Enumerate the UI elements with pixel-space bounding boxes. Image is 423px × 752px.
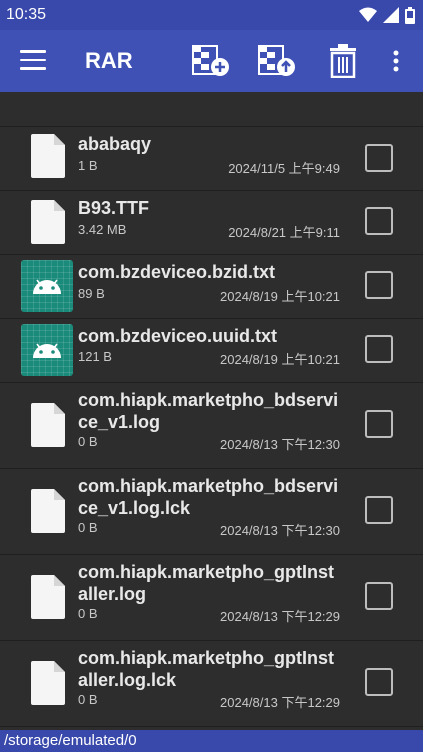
file-icon [31,134,65,178]
more-vert-icon [393,50,399,72]
android-icon [21,260,73,312]
file-date: 2024/8/13 下午12:29 [220,695,340,710]
file-checkbox[interactable] [365,144,393,172]
file-date: 2024/11/5 上午9:49 [228,161,340,176]
file-icon [31,661,65,705]
file-size: 121 B [78,349,112,364]
file-name: com.hiapk.marketpho_bdservice_v1.log [78,390,339,432]
file-name: B93.TTF [78,198,150,218]
file-checkbox[interactable] [365,496,393,524]
file-checkbox[interactable] [365,271,393,299]
extract-button[interactable] [257,42,297,80]
status-time: 10:35 [6,6,47,23]
more-options-button[interactable] [378,42,414,80]
status-bar: 10:35 [0,0,423,30]
file-size: 0 B [78,606,98,621]
file-row[interactable]: com.hiapk.marketpho_bdservice_v1.log 0 B 2… [0,382,423,469]
add-to-archive-button[interactable] [191,42,231,80]
archive-extract-icon [258,45,295,76]
file-name: com.bzdeviceo.uuid.txt [78,326,278,346]
file-date: 2024/8/21 上午9:11 [228,225,340,240]
file-icon [31,575,65,619]
file-date: 2024/8/13 下午12:30 [220,437,340,452]
wifi-icon [359,7,377,22]
file-list: 32 B2024/8/15 下午5:01 ababaqy 1 B 2024/11/5 … [0,92,423,730]
file-size: 0 B [78,692,98,707]
file-checkbox[interactable] [365,410,393,438]
menu-button[interactable] [20,50,46,72]
file-row[interactable]: B93.TTF 3.42 MB 2024/8/21 上午9:11 [0,190,423,255]
file-row[interactable]: com.bzdeviceo.bzid.txt 89 B 2024/8/19 上午10… [0,254,423,319]
signal-icon [383,7,399,23]
status-icons [359,6,415,24]
file-name: com.hiapk.marketpho_gptInstaller.log.lck [78,648,335,690]
file-size: 89 B [78,286,105,301]
file-row[interactable]: ababaqy 1 B 2024/11/5 上午9:49 [0,126,423,191]
app-title: RAR [85,48,133,73]
menu-icon [20,50,46,53]
android-icon [21,324,73,376]
file-size: 0 B [78,520,98,535]
archive-add-icon [192,45,229,76]
file-row[interactable]: com.hiapk.marketpho_gptInstaller.log.lck… [0,640,423,727]
file-name: ababaqy [78,134,152,154]
file-name: com.bzdeviceo.bzid.txt [78,262,276,282]
file-checkbox[interactable] [365,207,393,235]
file-size: 0 B [78,434,98,449]
file-name: com.hiapk.marketpho_bdservice_v1.log.lck [78,476,339,518]
file-row[interactable]: 32 B2024/8/15 下午5:01 [0,92,423,127]
trash-icon [330,44,356,78]
app-bar: RAR [0,30,423,92]
file-icon [31,489,65,533]
file-date: 2024/8/19 上午10:21 [220,289,340,304]
file-checkbox[interactable] [365,335,393,363]
delete-button[interactable] [323,42,363,80]
file-date: 2024/8/13 下午12:30 [220,523,340,538]
file-row[interactable]: com.hiapk.marketpho_bdservice_v1.log.lck… [0,468,423,555]
current-path: /storage/emulated/0 [0,730,423,752]
file-size: 3.42 MB [78,222,127,237]
file-checkbox[interactable] [365,668,393,696]
file-icon [31,200,65,244]
file-row[interactable]: com.hiapk.marketpho_gptInstaller.log 0 B 2… [0,554,423,641]
file-date: 2024/8/13 下午12:29 [220,609,340,624]
file-size: 1 B [78,158,98,173]
battery-icon [405,6,415,24]
file-row[interactable]: com.bzdeviceo.uuid.txt 121 B 2024/8/19 上午1… [0,318,423,383]
file-date: 2024/8/19 上午10:21 [220,352,340,367]
file-icon [31,403,65,447]
file-checkbox[interactable] [365,582,393,610]
file-name: com.hiapk.marketpho_gptInstaller.log [78,562,335,604]
